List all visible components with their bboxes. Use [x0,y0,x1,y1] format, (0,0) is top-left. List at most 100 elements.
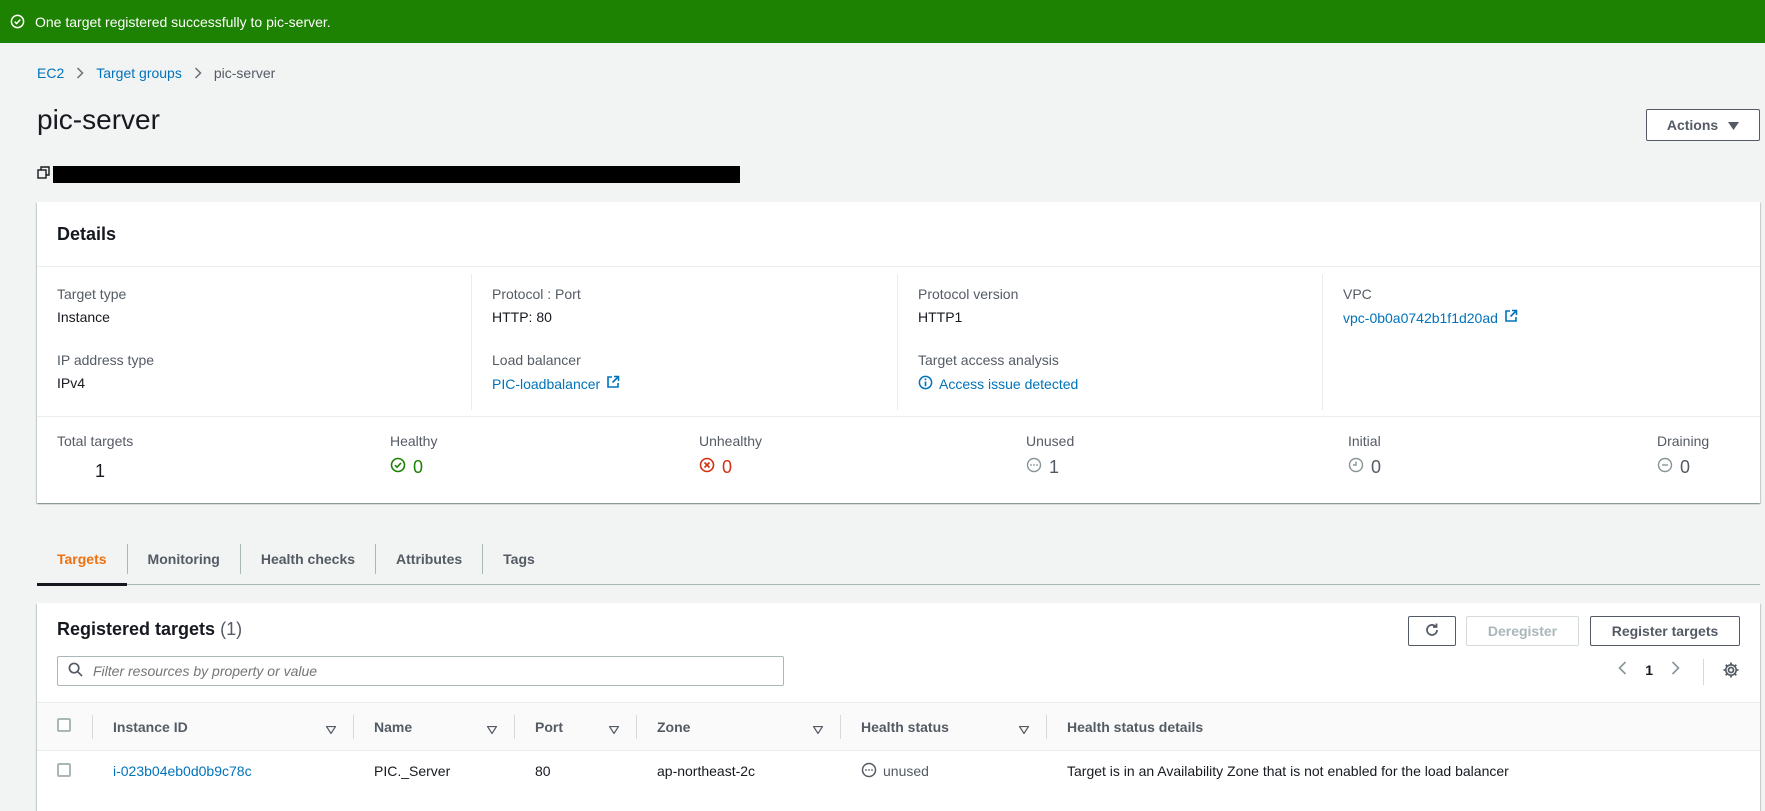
targets-table: Instance ID Name Port Zone Health status… [37,702,1760,792]
filter-input[interactable] [91,662,731,680]
health-status: unused [861,762,929,781]
register-targets-button[interactable]: Register targets [1590,616,1740,646]
chevron-right-icon [194,67,202,79]
name-cell: PIC._Server [374,763,451,780]
tab-bar: Targets Monitoring Health checks Attribu… [37,533,1760,586]
flash-message: One target registered successfully to pi… [35,13,331,30]
copy-icon[interactable] [37,166,51,183]
stat-unused: Unused 1 [1026,433,1074,478]
load-balancer-label: Load balancer [492,352,581,368]
target-access-link[interactable]: Access issue detected [918,375,1078,393]
load-balancer-link[interactable]: PIC-loadbalancer [492,375,620,392]
ip-address-type: IP address type IPv4 [57,352,154,391]
tab-targets[interactable]: Targets [37,533,127,586]
details-col-3: Protocol version HTTP1 Target access ana… [898,274,1323,410]
vpc-link[interactable]: vpc-0b0a0742b1f1d20ad [1343,309,1518,326]
caret-down-icon [1728,117,1740,133]
actions-label: Actions [1666,117,1719,133]
load-balancer: Load balancer PIC-loadbalancer [492,352,620,392]
col-zone[interactable]: Zone [637,702,841,751]
tab-monitoring[interactable]: Monitoring [128,533,240,585]
refresh-icon [1424,622,1440,641]
table-row: i-023b04eb0d0b9c78c PIC._Server 80 ap-no… [37,751,1760,792]
stat-healthy-label: Healthy [390,433,438,449]
col-instance-id-label: Instance ID [113,718,188,735]
stat-draining-value: 0 [1680,457,1691,477]
load-balancer-value[interactable]: PIC-loadbalancer [492,376,600,392]
target-type-value: Instance [57,309,110,325]
registered-targets-heading: Registered targets (1) [57,619,242,640]
unhealthy-x-icon [699,457,715,478]
target-access-label: Target access analysis [918,352,1059,368]
row-checkbox[interactable] [57,762,71,777]
protocol-version-value: HTTP1 [918,309,963,325]
stat-healthy-row: 0 [390,457,437,478]
next-page-icon[interactable] [1671,661,1680,678]
details-grid: Target type Instance IP address type IPv… [37,268,1760,416]
page-number[interactable]: 1 [1645,662,1653,678]
vpc-value[interactable]: vpc-0b0a0742b1f1d20ad [1343,310,1498,326]
health-status-value: unused [883,763,929,780]
select-all-header [37,702,93,751]
details-col-2: Protocol : Port HTTP: 80 Load balancer P… [472,274,898,410]
search-icon [68,662,83,680]
gear-icon[interactable] [1722,661,1740,682]
vpc: VPC vpc-0b0a0742b1f1d20ad [1343,286,1518,326]
col-name[interactable]: Name [354,702,515,751]
table-header-row: Instance ID Name Port Zone Health status… [37,702,1760,751]
target-access-value[interactable]: Access issue detected [939,376,1078,392]
protocol-version: Protocol version HTTP1 [918,286,1018,325]
port-cell: 80 [535,763,551,780]
registered-targets-title: Registered targets [57,619,216,639]
draining-minus-icon [1657,457,1673,478]
redacted-arn [53,166,740,183]
col-health-status-details-label: Health status details [1067,718,1204,735]
sort-icon[interactable] [1018,721,1030,737]
col-health-status[interactable]: Health status [841,702,1047,751]
registered-targets-count: (1) [220,619,243,639]
stat-draining: Draining 0 [1657,433,1709,478]
breadcrumb-current: pic-server [213,65,276,81]
actions-button[interactable]: Actions [1646,109,1760,141]
filter-search [57,656,784,686]
refresh-button[interactable] [1408,616,1456,646]
stat-healthy: Healthy 0 [390,433,437,478]
col-port[interactable]: Port [515,702,637,751]
clock-icon [1348,457,1364,478]
protocol-port-label: Protocol : Port [492,286,581,302]
ip-address-type-label: IP address type [57,352,155,368]
arn-row [37,166,740,183]
tab-health-checks[interactable]: Health checks [241,533,375,585]
details-col-4: VPC vpc-0b0a0742b1f1d20ad [1323,274,1760,410]
info-icon [918,375,933,393]
external-link-icon [1504,309,1518,326]
stat-unhealthy-label: Unhealthy [699,433,763,449]
protocol-version-label: Protocol version [918,286,1019,302]
col-port-label: Port [535,718,563,735]
breadcrumb-target-groups[interactable]: Target groups [96,65,182,81]
prev-page-icon[interactable] [1618,661,1627,678]
sort-icon[interactable] [608,721,620,737]
tab-attributes[interactable]: Attributes [376,533,482,585]
row-select-cell [37,751,93,792]
stat-draining-label: Draining [1657,433,1710,449]
select-all-checkbox[interactable] [57,718,71,732]
sort-icon[interactable] [812,721,824,737]
details-heading: Details [37,202,1760,267]
stat-unhealthy-row: 0 [699,457,762,478]
tab-tags[interactable]: Tags [483,533,555,585]
sort-icon[interactable] [325,721,337,737]
deregister-button[interactable]: Deregister [1466,616,1579,646]
details-panel: Details Target type Instance IP address … [37,202,1760,503]
registered-targets-panel: Registered targets (1) Deregister Regist… [37,603,1760,811]
target-type-label: Target type [57,286,127,302]
breadcrumb: EC2 Target groups pic-server [37,65,275,81]
breadcrumb-ec2[interactable]: EC2 [37,65,64,81]
stat-unused-label: Unused [1026,433,1075,449]
col-instance-id[interactable]: Instance ID [93,702,354,751]
pagination: 1 [1618,661,1680,678]
sort-icon[interactable] [486,721,498,737]
instance-id-link[interactable]: i-023b04eb0d0b9c78c [113,763,252,779]
stat-initial-label: Initial [1348,433,1381,449]
health-status-cell: unused [841,751,1047,792]
